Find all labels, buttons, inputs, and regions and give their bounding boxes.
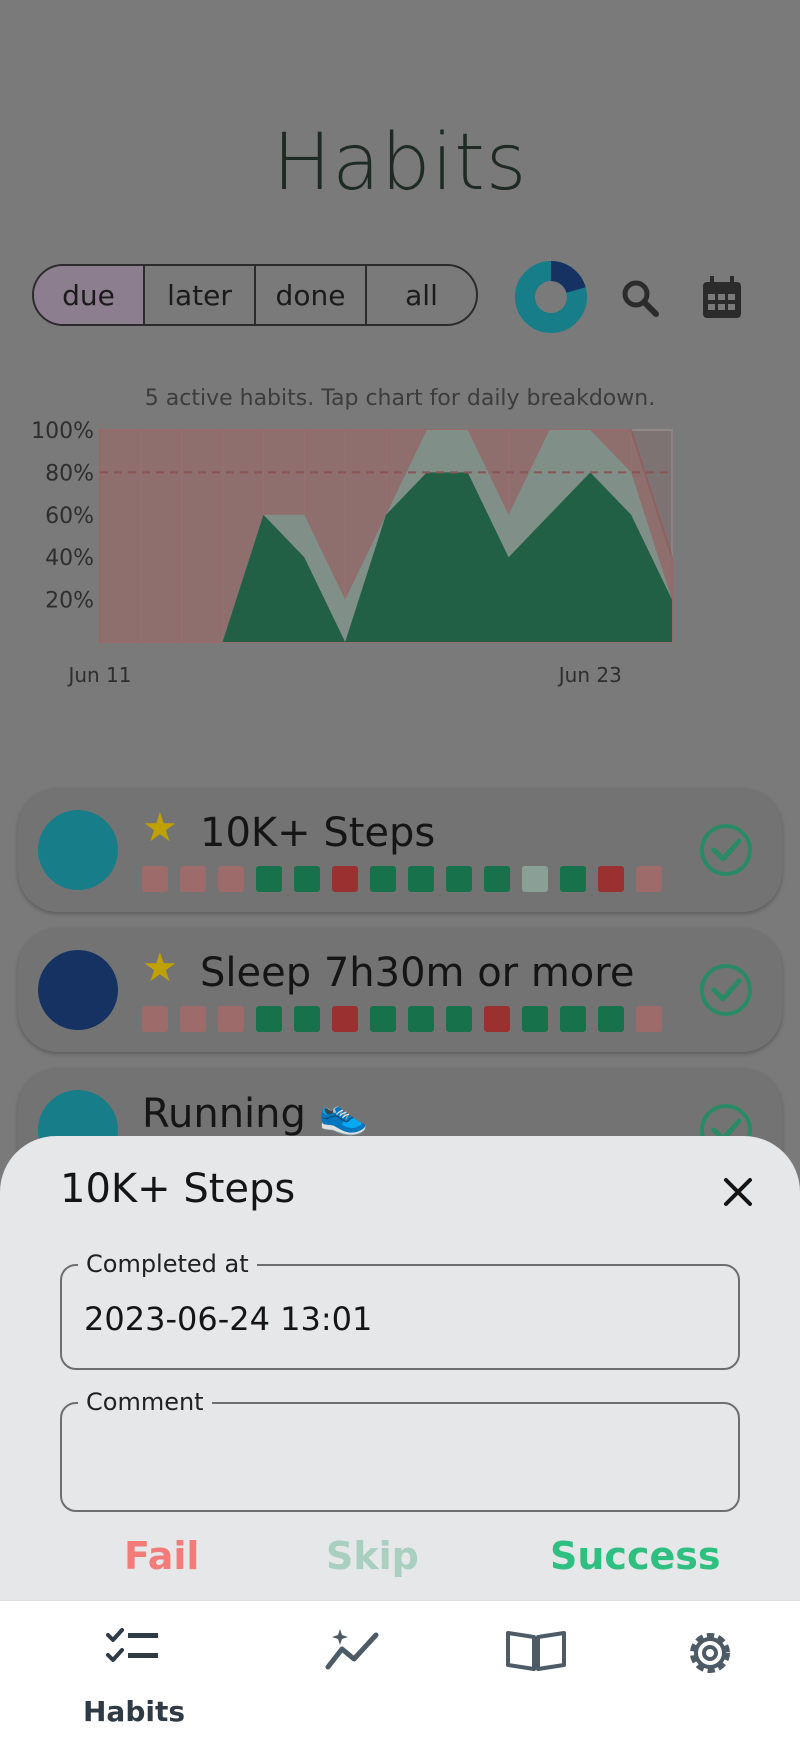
- history-day-fail: [142, 1006, 168, 1032]
- tab-done[interactable]: done: [256, 266, 367, 324]
- nav-item-settings[interactable]: [612, 1601, 800, 1745]
- history-day-fail: [636, 866, 662, 892]
- chart-y-tick-label: 20%: [45, 589, 94, 614]
- history-day-fail: [142, 866, 168, 892]
- history-day-success: [370, 866, 396, 892]
- chart-y-tick-label: 60%: [45, 504, 94, 529]
- search-icon[interactable]: [612, 270, 668, 326]
- skip-button[interactable]: Skip: [326, 1534, 419, 1578]
- habit-avatar: [38, 810, 118, 890]
- habit-name: 10K+ Steps: [200, 810, 436, 856]
- history-day-skip: [522, 866, 548, 892]
- book-icon: [506, 1631, 566, 1671]
- fail-button[interactable]: Fail: [124, 1534, 199, 1578]
- star-icon: ★: [142, 805, 178, 851]
- history-day-success: [408, 1006, 434, 1032]
- tab-later[interactable]: later: [145, 266, 256, 324]
- nav-item-habits[interactable]: Habits: [34, 1601, 234, 1745]
- history-day-success: [560, 866, 586, 892]
- history-day-success: [522, 1006, 548, 1032]
- calendar-icon[interactable]: [694, 270, 750, 326]
- habit-name: Running 👟: [142, 1091, 369, 1137]
- history-day-success: [446, 1006, 472, 1032]
- gear-icon: [690, 1633, 730, 1673]
- page-title: Habits: [272, 118, 528, 208]
- chart-caption: 5 active habits. Tap chart for daily bre…: [144, 386, 656, 411]
- history-day-success: [598, 1006, 624, 1032]
- progress-donut-icon[interactable]: [514, 260, 588, 334]
- sheet-title: 10K+ Steps: [60, 1166, 296, 1212]
- history-day-failed: [332, 866, 358, 892]
- history-day-success: [294, 866, 320, 892]
- checklist-icon: [106, 1628, 158, 1662]
- nav-item-journal[interactable]: [434, 1601, 634, 1745]
- history-day-success: [256, 1006, 282, 1032]
- habit-card[interactable]: ★ 10K+ Steps: [18, 788, 782, 912]
- habit-history: [142, 866, 662, 892]
- completion-bottom-sheet: 10K+ Steps Completed at 2023-06-24 13:01…: [0, 1136, 800, 1600]
- habits-chart[interactable]: 100% 80% 60% 40% 20% Jun 11 Jun 23: [30, 419, 760, 720]
- chart-y-tick-label: 40%: [45, 546, 94, 571]
- history-day-fail: [218, 1006, 244, 1032]
- history-day-success: [408, 866, 434, 892]
- habit-name: Sleep 7h30m or more: [200, 950, 635, 996]
- history-day-success: [484, 866, 510, 892]
- bottom-navigation: Habits: [0, 1600, 800, 1745]
- trending-icon: [325, 1629, 379, 1670]
- history-day-failed: [332, 1006, 358, 1032]
- chart-x-tick-label: Jun 23: [557, 663, 622, 687]
- history-day-fail: [180, 1006, 206, 1032]
- completed-at-field[interactable]: Completed at 2023-06-24 13:01: [60, 1250, 740, 1370]
- comment-field[interactable]: Comment: [60, 1388, 740, 1512]
- history-day-failed: [484, 1006, 510, 1032]
- chart-y-tick-label: 100%: [31, 420, 94, 444]
- habit-history: [142, 1006, 662, 1032]
- history-day-success: [294, 1006, 320, 1032]
- history-day-success: [446, 866, 472, 892]
- nav-label-habits: Habits: [82, 1695, 186, 1728]
- history-day-failed: [598, 866, 624, 892]
- history-day-success: [370, 1006, 396, 1032]
- history-day-fail: [218, 866, 244, 892]
- chart-x-tick-label: Jun 11: [66, 663, 131, 687]
- completed-at-label: Completed at: [78, 1250, 257, 1278]
- check-circle-icon[interactable]: [698, 962, 754, 1018]
- habit-card[interactable]: ★ Sleep 7h30m or more: [18, 928, 782, 1052]
- nav-item-insights[interactable]: [254, 1601, 454, 1745]
- close-icon[interactable]: [718, 1172, 758, 1212]
- history-day-fail: [636, 1006, 662, 1032]
- history-day-success: [256, 866, 282, 892]
- completed-at-value: 2023-06-24 13:01: [84, 1300, 373, 1338]
- tab-all[interactable]: all: [367, 266, 476, 324]
- history-day-success: [560, 1006, 586, 1032]
- tab-due[interactable]: due: [34, 266, 145, 324]
- comment-label: Comment: [78, 1388, 212, 1416]
- filter-segmented-control: due later done all: [32, 264, 478, 326]
- check-circle-icon[interactable]: [698, 822, 754, 878]
- chart-y-tick-label: 80%: [45, 461, 94, 486]
- history-day-fail: [180, 866, 206, 892]
- success-button[interactable]: Success: [550, 1534, 720, 1578]
- star-icon: ★: [142, 945, 178, 991]
- habit-avatar: [38, 950, 118, 1030]
